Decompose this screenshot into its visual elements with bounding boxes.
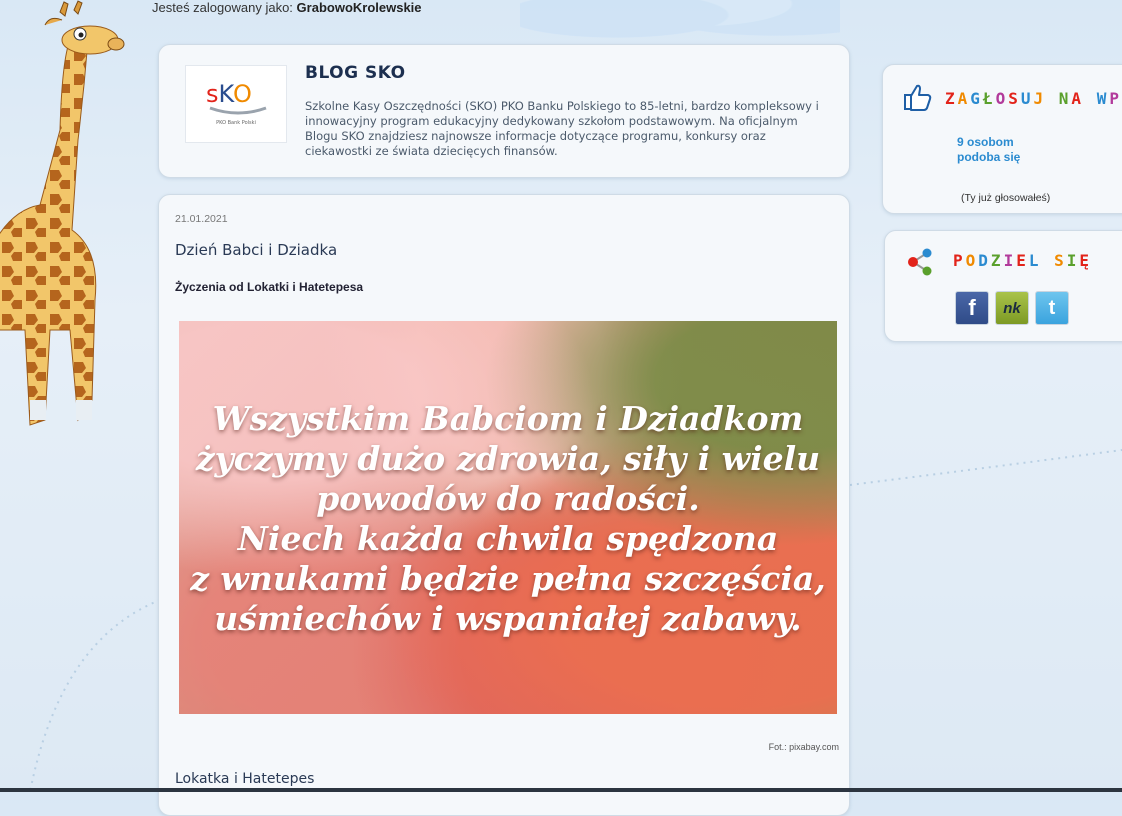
logo-subtitle: PKO Bank Polski <box>186 120 286 126</box>
title-letter: L <box>1029 251 1042 270</box>
title-letter: D <box>978 251 991 270</box>
title-letter: Ę <box>1079 251 1092 270</box>
title-letter <box>1046 89 1059 108</box>
title-letter: U <box>1021 89 1034 108</box>
vote-count-line: podoba się <box>957 150 1020 165</box>
login-username[interactable]: GrabowoKrolewskie <box>297 0 422 15</box>
title-letter: G <box>970 89 983 108</box>
post-greeting-image: Wszystkim Babciom i Dziadkom życzymy duż… <box>179 321 837 714</box>
vote-panel: ZAGŁOSUJ NA WPIS 9 osobom podoba się (Ty… <box>882 64 1122 214</box>
vote-note: (Ty już głosowałeś) <box>961 192 1050 204</box>
thumbs-up-icon[interactable] <box>903 83 933 111</box>
dotted-line-decoration <box>850 440 1122 500</box>
blog-description: Szkolne Kasy Oszczędności (SKO) PKO Bank… <box>305 99 825 159</box>
login-status: Jesteś zalogowany jako: GrabowoKrolewski… <box>152 0 422 15</box>
title-letter: Z <box>945 89 958 108</box>
twitter-share-button[interactable]: t <box>1035 291 1069 325</box>
greeting-text: Wszystkim Babciom i Dziadkom życzymy duż… <box>179 399 837 639</box>
title-letter: O <box>966 251 979 270</box>
title-letter: P <box>953 251 966 270</box>
title-letter <box>1084 89 1097 108</box>
title-letter: A <box>958 89 971 108</box>
vote-count-line: 9 osobom <box>957 135 1020 150</box>
greeting-line: Wszystkim Babciom i Dziadkom <box>179 399 837 439</box>
bottom-bar <box>0 788 1122 792</box>
title-letter <box>1041 251 1054 270</box>
title-letter: J <box>1033 89 1046 108</box>
nk-share-button[interactable]: nk <box>995 291 1029 325</box>
title-letter: A <box>1071 89 1084 108</box>
title-letter: S <box>1008 89 1021 108</box>
title-letter: N <box>1059 89 1072 108</box>
title-letter: S <box>1054 251 1067 270</box>
title-letter: Z <box>991 251 1004 270</box>
sko-logo[interactable]: sKO PKO Bank Polski <box>185 65 287 143</box>
vote-title[interactable]: ZAGŁOSUJ NA WPIS <box>945 89 1122 108</box>
share-title: PODZIEL SIĘ <box>953 251 1092 270</box>
greeting-line: z wnukami będzie pełna szczęścia, <box>179 559 837 599</box>
photo-credit: Fot.: pixabay.com <box>769 742 839 752</box>
title-letter: E <box>1016 251 1029 270</box>
vote-count: 9 osobom podoba się <box>957 135 1020 165</box>
title-letter: O <box>996 89 1009 108</box>
blog-header-panel: sKO PKO Bank Polski BLOG SKO Szkolne Kas… <box>158 44 850 178</box>
title-letter: P <box>1109 89 1122 108</box>
post-title[interactable]: Dzień Babci i Dziadka <box>175 241 337 259</box>
title-letter: I <box>1004 251 1017 270</box>
greeting-line: życzymy dużo zdrowia, siły i wielu <box>179 439 837 479</box>
title-letter: I <box>1067 251 1080 270</box>
giraffe-mascot-illustration <box>0 0 145 440</box>
blog-title[interactable]: BLOG SKO <box>305 63 406 83</box>
logo-swoosh-icon <box>208 106 268 116</box>
greeting-line: powodów do radości. <box>179 479 837 519</box>
share-panel: PODZIEL SIĘ f nk t <box>884 230 1122 342</box>
sko-logo-text: sKO <box>206 80 252 108</box>
title-letter: W <box>1097 89 1110 108</box>
share-icon <box>905 247 935 277</box>
title-letter: Ł <box>983 89 996 108</box>
post-subtitle: Życzenia od Lokatki i Hatetepesa <box>175 280 363 294</box>
greeting-line: uśmiechów i wspaniałej zabawy. <box>179 599 837 639</box>
post-date: 21.01.2021 <box>175 213 228 225</box>
login-prefix: Jesteś zalogowany jako: <box>152 0 293 15</box>
cloud-decoration <box>520 0 840 45</box>
facebook-share-button[interactable]: f <box>955 291 989 325</box>
post-author: Lokatka i Hatetepes <box>175 771 314 787</box>
greeting-line: Niech każda chwila spędzona <box>179 519 837 559</box>
dotted-line-decoration-left <box>0 580 170 792</box>
blog-post-panel: 21.01.2021 Dzień Babci i Dziadka Życzeni… <box>158 194 850 816</box>
